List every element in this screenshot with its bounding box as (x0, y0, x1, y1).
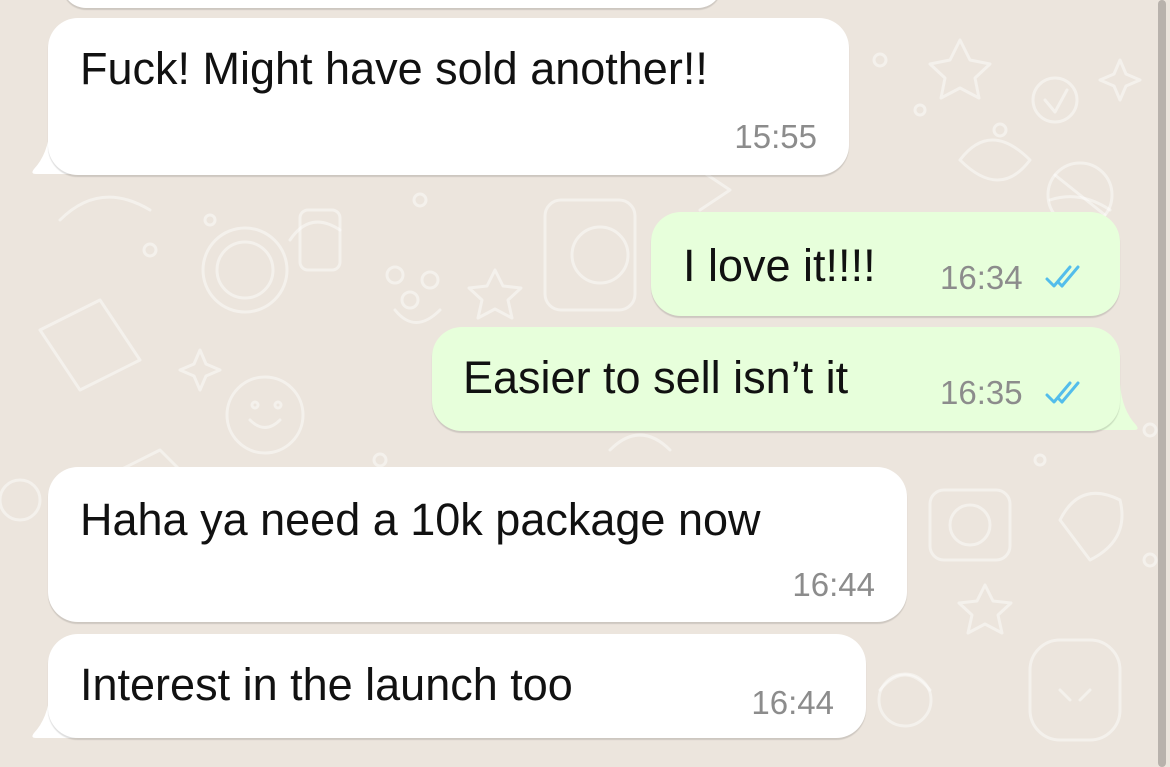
message-timestamp: 16:44 (751, 684, 834, 721)
scrollbar[interactable] (1158, 0, 1166, 767)
message-list: Fuck! Might have sold another!! 15:55 I … (0, 0, 1170, 767)
message-bubble-incoming[interactable]: Fuck! Might have sold another!! 15:55 (48, 18, 849, 175)
message-text: Easier to sell isn’t it (463, 352, 849, 403)
message-timestamp: 16:35 (940, 374, 1023, 411)
message-bubble-incoming[interactable]: Interest in the launch too 16:44 (48, 634, 866, 738)
message-bubble-outgoing[interactable]: Easier to sell isn’t it 16:35 (432, 327, 1120, 431)
double-check-icon (1045, 265, 1080, 288)
message-bubble-partial[interactable] (62, 0, 722, 8)
message-text: Interest in the launch too (80, 659, 573, 710)
message-bubble-incoming[interactable]: Haha ya need a 10k package now 16:44 (48, 467, 907, 622)
message-text: Haha ya need a 10k package now (80, 494, 761, 545)
message-text: I love it!!!! (683, 240, 876, 291)
message-timestamp: 15:55 (734, 118, 817, 155)
message-text: Fuck! Might have sold another!! (80, 43, 708, 94)
double-check-icon (1045, 381, 1080, 404)
message-timestamp: 16:44 (792, 566, 875, 603)
message-bubble-outgoing[interactable]: I love it!!!! 16:34 (651, 212, 1120, 316)
message-timestamp: 16:34 (940, 259, 1023, 296)
